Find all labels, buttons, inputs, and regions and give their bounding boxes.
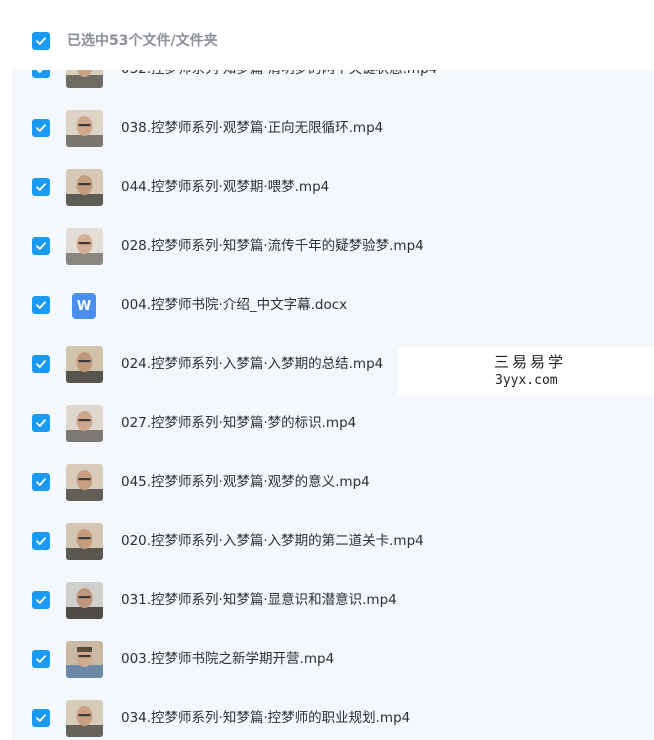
watermark-url: 3yyx.com bbox=[495, 373, 558, 388]
check-icon bbox=[36, 37, 46, 45]
video-thumbnail bbox=[66, 405, 103, 442]
row-checkbox[interactable] bbox=[32, 178, 50, 196]
list-item[interactable]: 038.控梦师系列·观梦篇·正向无限循环.mp4 bbox=[12, 99, 654, 158]
file-name: 031.控梦师系列·知梦篇·显意识和潜意识.mp4 bbox=[121, 592, 397, 608]
file-name: 045.控梦师系列·观梦篇·观梦的意义.mp4 bbox=[121, 474, 370, 490]
row-checkbox[interactable] bbox=[32, 414, 50, 432]
check-icon bbox=[36, 537, 46, 545]
list-item[interactable]: 031.控梦师系列·知梦篇·显意识和潜意识.mp4 bbox=[12, 571, 654, 630]
row-checkbox[interactable] bbox=[32, 473, 50, 491]
selection-count-text: 已选中53个文件/文件夹 bbox=[67, 33, 218, 49]
video-thumbnail bbox=[66, 228, 103, 265]
list-item[interactable]: W 004.控梦师书院·介绍_中文字幕.docx bbox=[12, 276, 654, 335]
word-doc-icon: W bbox=[72, 293, 96, 319]
list-item[interactable]: 028.控梦师系列·知梦篇·流传千年的疑梦验梦.mp4 bbox=[12, 217, 654, 276]
file-name: 024.控梦师系列·入梦篇·入梦期的总结.mp4 bbox=[121, 356, 384, 372]
row-checkbox[interactable] bbox=[32, 70, 50, 78]
file-list: 032.控梦师系列·知梦篇·清明梦的两个关键状态.mp4 038.控梦师系列·观… bbox=[12, 70, 654, 740]
video-thumbnail bbox=[66, 582, 103, 619]
row-checkbox[interactable] bbox=[32, 591, 50, 609]
list-item[interactable]: 020.控梦师系列·入梦篇·入梦期的第二道关卡.mp4 bbox=[12, 512, 654, 571]
row-checkbox[interactable] bbox=[32, 355, 50, 373]
file-name: 028.控梦师系列·知梦篇·流传千年的疑梦验梦.mp4 bbox=[121, 238, 424, 254]
video-thumbnail bbox=[66, 70, 103, 88]
file-name: 044.控梦师系列·观梦期·喂梦.mp4 bbox=[121, 179, 330, 195]
row-checkbox[interactable] bbox=[32, 709, 50, 727]
video-thumbnail bbox=[66, 700, 103, 737]
file-name: 004.控梦师书院·介绍_中文字幕.docx bbox=[121, 297, 348, 313]
list-item[interactable]: 003.控梦师书院之新学期开营.mp4 bbox=[12, 630, 654, 689]
check-icon bbox=[36, 70, 43, 73]
file-name: 038.控梦师系列·观梦篇·正向无限循环.mp4 bbox=[121, 120, 384, 136]
video-thumbnail bbox=[66, 464, 103, 501]
check-icon bbox=[36, 419, 46, 427]
video-thumbnail bbox=[66, 641, 103, 678]
left-gutter bbox=[0, 0, 12, 740]
watermark-title: 三易易学 bbox=[494, 353, 567, 371]
check-icon bbox=[36, 124, 46, 132]
check-icon bbox=[36, 596, 46, 604]
video-thumbnail bbox=[66, 110, 103, 147]
row-checkbox[interactable] bbox=[32, 237, 50, 255]
video-thumbnail bbox=[66, 169, 103, 206]
file-name: 032.控梦师系列·知梦篇·清明梦的两个关键状态.mp4 bbox=[121, 70, 437, 78]
row-checkbox[interactable] bbox=[32, 296, 50, 314]
list-item[interactable]: 045.控梦师系列·观梦篇·观梦的意义.mp4 bbox=[12, 453, 654, 512]
check-icon bbox=[36, 360, 46, 368]
check-icon bbox=[36, 714, 46, 722]
row-checkbox[interactable] bbox=[32, 650, 50, 668]
file-name: 020.控梦师系列·入梦篇·入梦期的第二道关卡.mp4 bbox=[121, 533, 424, 549]
file-name: 027.控梦师系列·知梦篇·梦的标识.mp4 bbox=[121, 415, 357, 431]
list-item[interactable]: 044.控梦师系列·观梦期·喂梦.mp4 bbox=[12, 158, 654, 217]
check-icon bbox=[36, 301, 46, 309]
selection-header: 已选中53个文件/文件夹 bbox=[0, 0, 654, 70]
check-icon bbox=[36, 478, 46, 486]
list-item[interactable]: 027.控梦师系列·知梦篇·梦的标识.mp4 bbox=[12, 394, 654, 453]
check-icon bbox=[36, 183, 46, 191]
row-checkbox[interactable] bbox=[32, 119, 50, 137]
list-item[interactable]: 032.控梦师系列·知梦篇·清明梦的两个关键状态.mp4 bbox=[12, 70, 654, 99]
watermark: 三易易学 3yyx.com bbox=[398, 347, 654, 395]
video-thumbnail bbox=[66, 523, 103, 560]
select-all-checkbox[interactable] bbox=[32, 32, 50, 50]
file-name: 003.控梦师书院之新学期开营.mp4 bbox=[121, 651, 335, 667]
list-item[interactable]: 034.控梦师系列·知梦篇·控梦师的职业规划.mp4 bbox=[12, 689, 654, 740]
file-name: 034.控梦师系列·知梦篇·控梦师的职业规划.mp4 bbox=[121, 710, 411, 726]
video-thumbnail bbox=[66, 346, 103, 383]
row-checkbox[interactable] bbox=[32, 532, 50, 550]
check-icon bbox=[36, 655, 46, 663]
check-icon bbox=[36, 242, 46, 250]
